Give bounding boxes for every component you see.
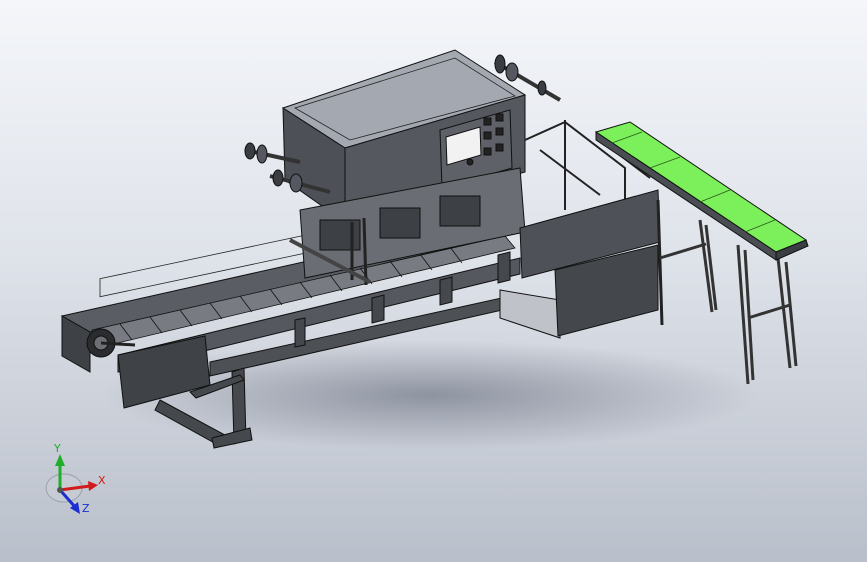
- view-orientation-triad[interactable]: Y X Z: [38, 440, 118, 520]
- triad-x-label: X: [98, 474, 106, 487]
- triad-y-arrow: [55, 454, 65, 466]
- triad-z-label: Z: [82, 502, 90, 515]
- triad-origin: [57, 487, 63, 493]
- 3d-viewport[interactable]: Y X Z: [0, 0, 867, 562]
- triad-x-arrow: [88, 481, 98, 491]
- lower-cabinet: [499, 189, 664, 339]
- machine-model[interactable]: [0, 0, 867, 562]
- triad-y-label: Y: [53, 442, 61, 455]
